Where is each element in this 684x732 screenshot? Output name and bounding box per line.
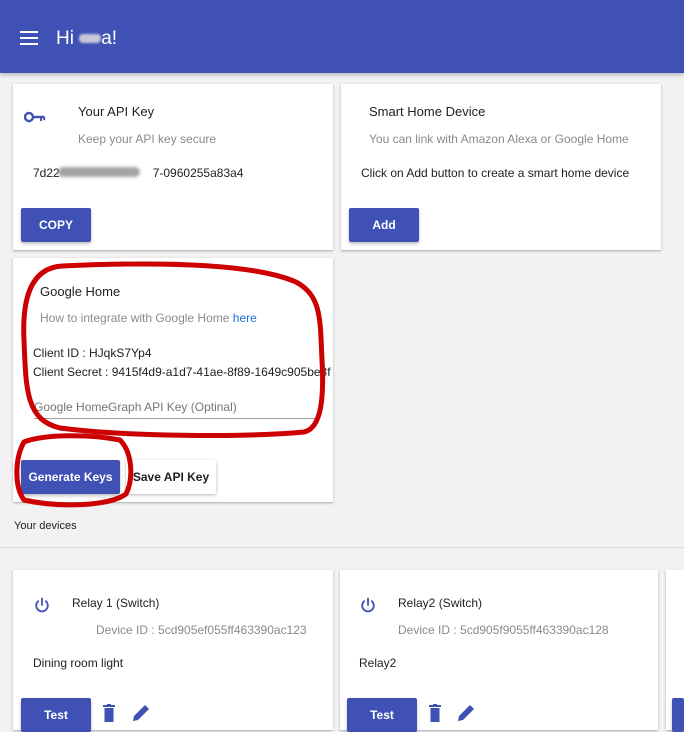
edit-icon[interactable] [132,704,152,722]
device-id: Device ID : 5cd905ef055ff463390ac123 [96,623,307,637]
device-name: Relay2 (Switch) [398,596,483,610]
your-devices-label: Your devices [14,520,77,532]
delete-icon[interactable] [103,704,115,722]
device-id: Device ID : 5cd905f9055ff463390ac128 [398,623,609,637]
delete-icon[interactable] [429,704,441,722]
section-divider [0,547,684,548]
test-button[interactable]: Test [21,698,91,732]
device-name: Relay 1 (Switch) [72,596,160,610]
power-icon [35,597,49,613]
device-description: Dining room light [33,656,124,670]
test-button[interactable]: Test [347,698,417,732]
test-button-partial[interactable] [672,698,684,732]
power-icon [361,597,375,613]
device-description: Relay2 [359,656,397,670]
edit-icon[interactable] [457,704,477,722]
